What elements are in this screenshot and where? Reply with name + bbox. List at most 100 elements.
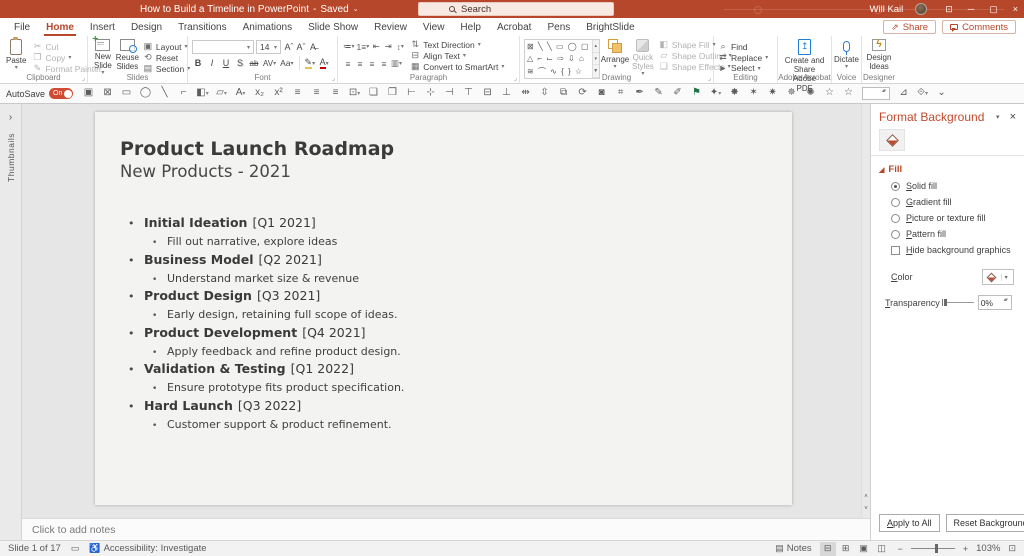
tab-animations[interactable]: Animations xyxy=(235,18,300,36)
tab-file[interactable]: File xyxy=(6,18,38,36)
eyedropper-icon[interactable]: ✒ xyxy=(630,83,649,104)
next-slide-button[interactable]: ˅ xyxy=(862,504,870,514)
justify-button[interactable]: ≡ xyxy=(378,56,390,71)
tab-brightslide[interactable]: BrightSlide xyxy=(578,18,642,36)
character-spacing-button[interactable]: AV ▾ xyxy=(262,56,277,71)
fill-tab[interactable] xyxy=(879,129,905,151)
align-left-button[interactable]: ≡ xyxy=(342,56,354,71)
align-right-button[interactable]: ≡ xyxy=(366,56,378,71)
pattern-fill-radio[interactable]: Pattern fill xyxy=(891,229,1016,239)
subscript-icon[interactable]: x₂ xyxy=(250,83,269,104)
underline-button[interactable]: U xyxy=(220,56,232,71)
previous-slide-button[interactable]: ˄ xyxy=(862,492,870,502)
draw-pen-icon[interactable]: ✎ xyxy=(649,83,668,104)
replace-button[interactable]: ⇄ Replace ▾ xyxy=(718,52,768,63)
star-outline-2-icon[interactable]: ☆ xyxy=(839,83,858,104)
superscript-icon[interactable]: x² xyxy=(269,83,288,104)
star-burst-2-icon[interactable]: ✶ xyxy=(744,83,763,104)
quick-styles-button[interactable]: Quick Styles ▾ xyxy=(630,39,656,77)
elbow-connector-icon[interactable]: ⌐ xyxy=(174,83,193,104)
tab-acrobat[interactable]: Acrobat xyxy=(489,18,539,36)
find-button[interactable]: ⌕ Find xyxy=(718,41,768,52)
avatar[interactable] xyxy=(915,3,928,15)
ribbon-display-options-icon[interactable]: ⊡ xyxy=(945,4,953,15)
tab-design[interactable]: Design xyxy=(123,18,170,36)
strikethrough-button[interactable]: ab xyxy=(248,56,260,71)
crop-icon[interactable]: ⌗ xyxy=(611,83,630,104)
tab-home[interactable]: Home xyxy=(38,18,82,36)
minimize-icon[interactable]: ─ xyxy=(968,4,974,14)
close-icon[interactable]: × xyxy=(1013,4,1018,14)
align-center-icon[interactable]: ≡ xyxy=(307,83,326,104)
fill-section-header[interactable]: ◢ Fill xyxy=(879,164,1016,175)
rectangle-icon[interactable]: ▭ xyxy=(117,83,136,104)
hide-background-graphics-checkbox[interactable]: Hide background graphics xyxy=(891,245,1016,255)
columns-button[interactable]: ▥ ▾ xyxy=(390,56,403,71)
zoom-in-button[interactable]: + xyxy=(963,544,968,554)
increase-font-size-button[interactable]: Aˆ xyxy=(283,40,295,55)
tab-transitions[interactable]: Transitions xyxy=(170,18,235,36)
text-highlight-button[interactable]: ✎ ▾ xyxy=(304,56,317,71)
zoom-slider[interactable] xyxy=(910,544,955,553)
line-icon[interactable]: ╲ xyxy=(155,83,174,104)
star-burst-3-icon[interactable]: ✷ xyxy=(763,83,782,104)
bullet-item[interactable]: • Product Development [Q4 2021] • Apply … xyxy=(128,325,792,362)
rotate-objects-icon[interactable]: ⟳ xyxy=(573,83,592,104)
align-text-button[interactable]: ⊟ Align Text ▾ xyxy=(410,50,504,61)
font-color-button[interactable]: A ▾ xyxy=(318,56,330,71)
shape-gallery-row-2[interactable]: △ ⌐ ⌙ ⇨ ⇩ ⌂ xyxy=(527,53,590,64)
accessibility-checker[interactable]: ♿ Accessibility: Investigate xyxy=(89,543,206,554)
slide-title[interactable]: Product Launch Roadmap xyxy=(120,138,792,160)
line-spacing-button[interactable]: ↕ ▾ xyxy=(394,39,406,54)
reading-view-button[interactable]: ▣ xyxy=(856,542,872,556)
shape-outline-icon[interactable]: ▱▾ xyxy=(212,83,231,104)
bullet-item[interactable]: • Business Model [Q2 2021] • Understand … xyxy=(128,252,792,289)
arrange-button[interactable]: Arrange ▾ xyxy=(600,39,630,71)
restore-icon[interactable]: ▢ xyxy=(989,4,998,15)
oval-icon[interactable]: ◯ xyxy=(136,83,155,104)
save-status-caret-icon[interactable]: ⌄ xyxy=(353,5,359,13)
text-box-icon[interactable]: ⊠ xyxy=(98,83,117,104)
font-color-icon[interactable]: A▾ xyxy=(231,83,250,104)
thumbnails-pane-collapsed[interactable]: › Thumbnails xyxy=(0,104,22,540)
paste-button[interactable]: Paste ▾ xyxy=(4,37,28,71)
align-objects-bottom-icon[interactable]: ⊥ xyxy=(497,83,516,104)
shape-gallery-row-1[interactable]: ⊠ ╲ ╲ ▭ ◯ ▢ xyxy=(527,41,590,52)
reset-button[interactable]: ⟲ Reset xyxy=(143,52,190,63)
reset-background-button[interactable]: Reset Background xyxy=(945,514,1024,532)
slideshow-button[interactable]: ◫ xyxy=(874,542,890,556)
user-name[interactable]: Will Kail xyxy=(870,4,904,15)
convert-to-smartart-button[interactable]: ▦ Convert to SmartArt ▾ xyxy=(410,61,504,72)
change-case-button[interactable]: Aa ▾ xyxy=(279,56,294,71)
gallery-scroll-down-icon[interactable]: ▾ xyxy=(592,53,599,66)
slide-subtitle[interactable]: New Products - 2021 xyxy=(120,162,792,181)
pane-options-caret-icon[interactable]: ▾ xyxy=(996,113,1000,121)
picture-or-texture-fill-radio[interactable]: Picture or texture fill xyxy=(891,213,1016,223)
font-dialog-launcher[interactable]: ⌟ xyxy=(332,74,335,82)
text-direction-icon[interactable]: ⊡▾ xyxy=(345,83,364,104)
tab-help[interactable]: Help xyxy=(452,18,489,36)
apply-to-all-button[interactable]: Apply to All xyxy=(879,514,940,532)
share-button[interactable]: ⇗ Share xyxy=(883,20,937,34)
distribute-vertically-icon[interactable]: ⇳ xyxy=(535,83,554,104)
shape-size-spinner[interactable] xyxy=(862,87,891,100)
gallery-scroll-up-icon[interactable]: ▴ xyxy=(592,40,599,53)
bullets-button[interactable]: ≔ ▾ xyxy=(342,39,356,54)
text-direction-button[interactable]: ⇅ Text Direction ▾ xyxy=(410,39,504,50)
change-shape-icon[interactable]: ⟐▾ xyxy=(913,83,932,104)
draw-highlighter-icon[interactable]: ✐ xyxy=(668,83,687,104)
create-share-pdf-button[interactable]: Create and Share Adobe PDF xyxy=(782,39,827,93)
new-slide-button[interactable]: New Slide ▾ xyxy=(92,34,114,76)
tab-pens[interactable]: Pens xyxy=(539,18,578,36)
decrease-font-size-button[interactable]: Aˇ xyxy=(295,40,307,55)
gradient-fill-radio[interactable]: Gradient fill xyxy=(891,197,1016,207)
search-box[interactable]: Search xyxy=(418,2,614,16)
paragraph-dialog-launcher[interactable]: ⌟ xyxy=(514,74,517,82)
align-objects-center-icon[interactable]: ⊹ xyxy=(421,83,440,104)
increase-indent-button[interactable]: ⇥ xyxy=(382,39,394,54)
text-shadow-button[interactable]: S xyxy=(234,56,246,71)
notes-button[interactable]: ▤ Notes xyxy=(775,543,811,554)
slide-number-indicator[interactable]: Slide 1 of 17 xyxy=(8,543,61,554)
zoom-out-button[interactable]: − xyxy=(898,544,903,554)
distribute-horizontally-icon[interactable]: ⇹ xyxy=(516,83,535,104)
